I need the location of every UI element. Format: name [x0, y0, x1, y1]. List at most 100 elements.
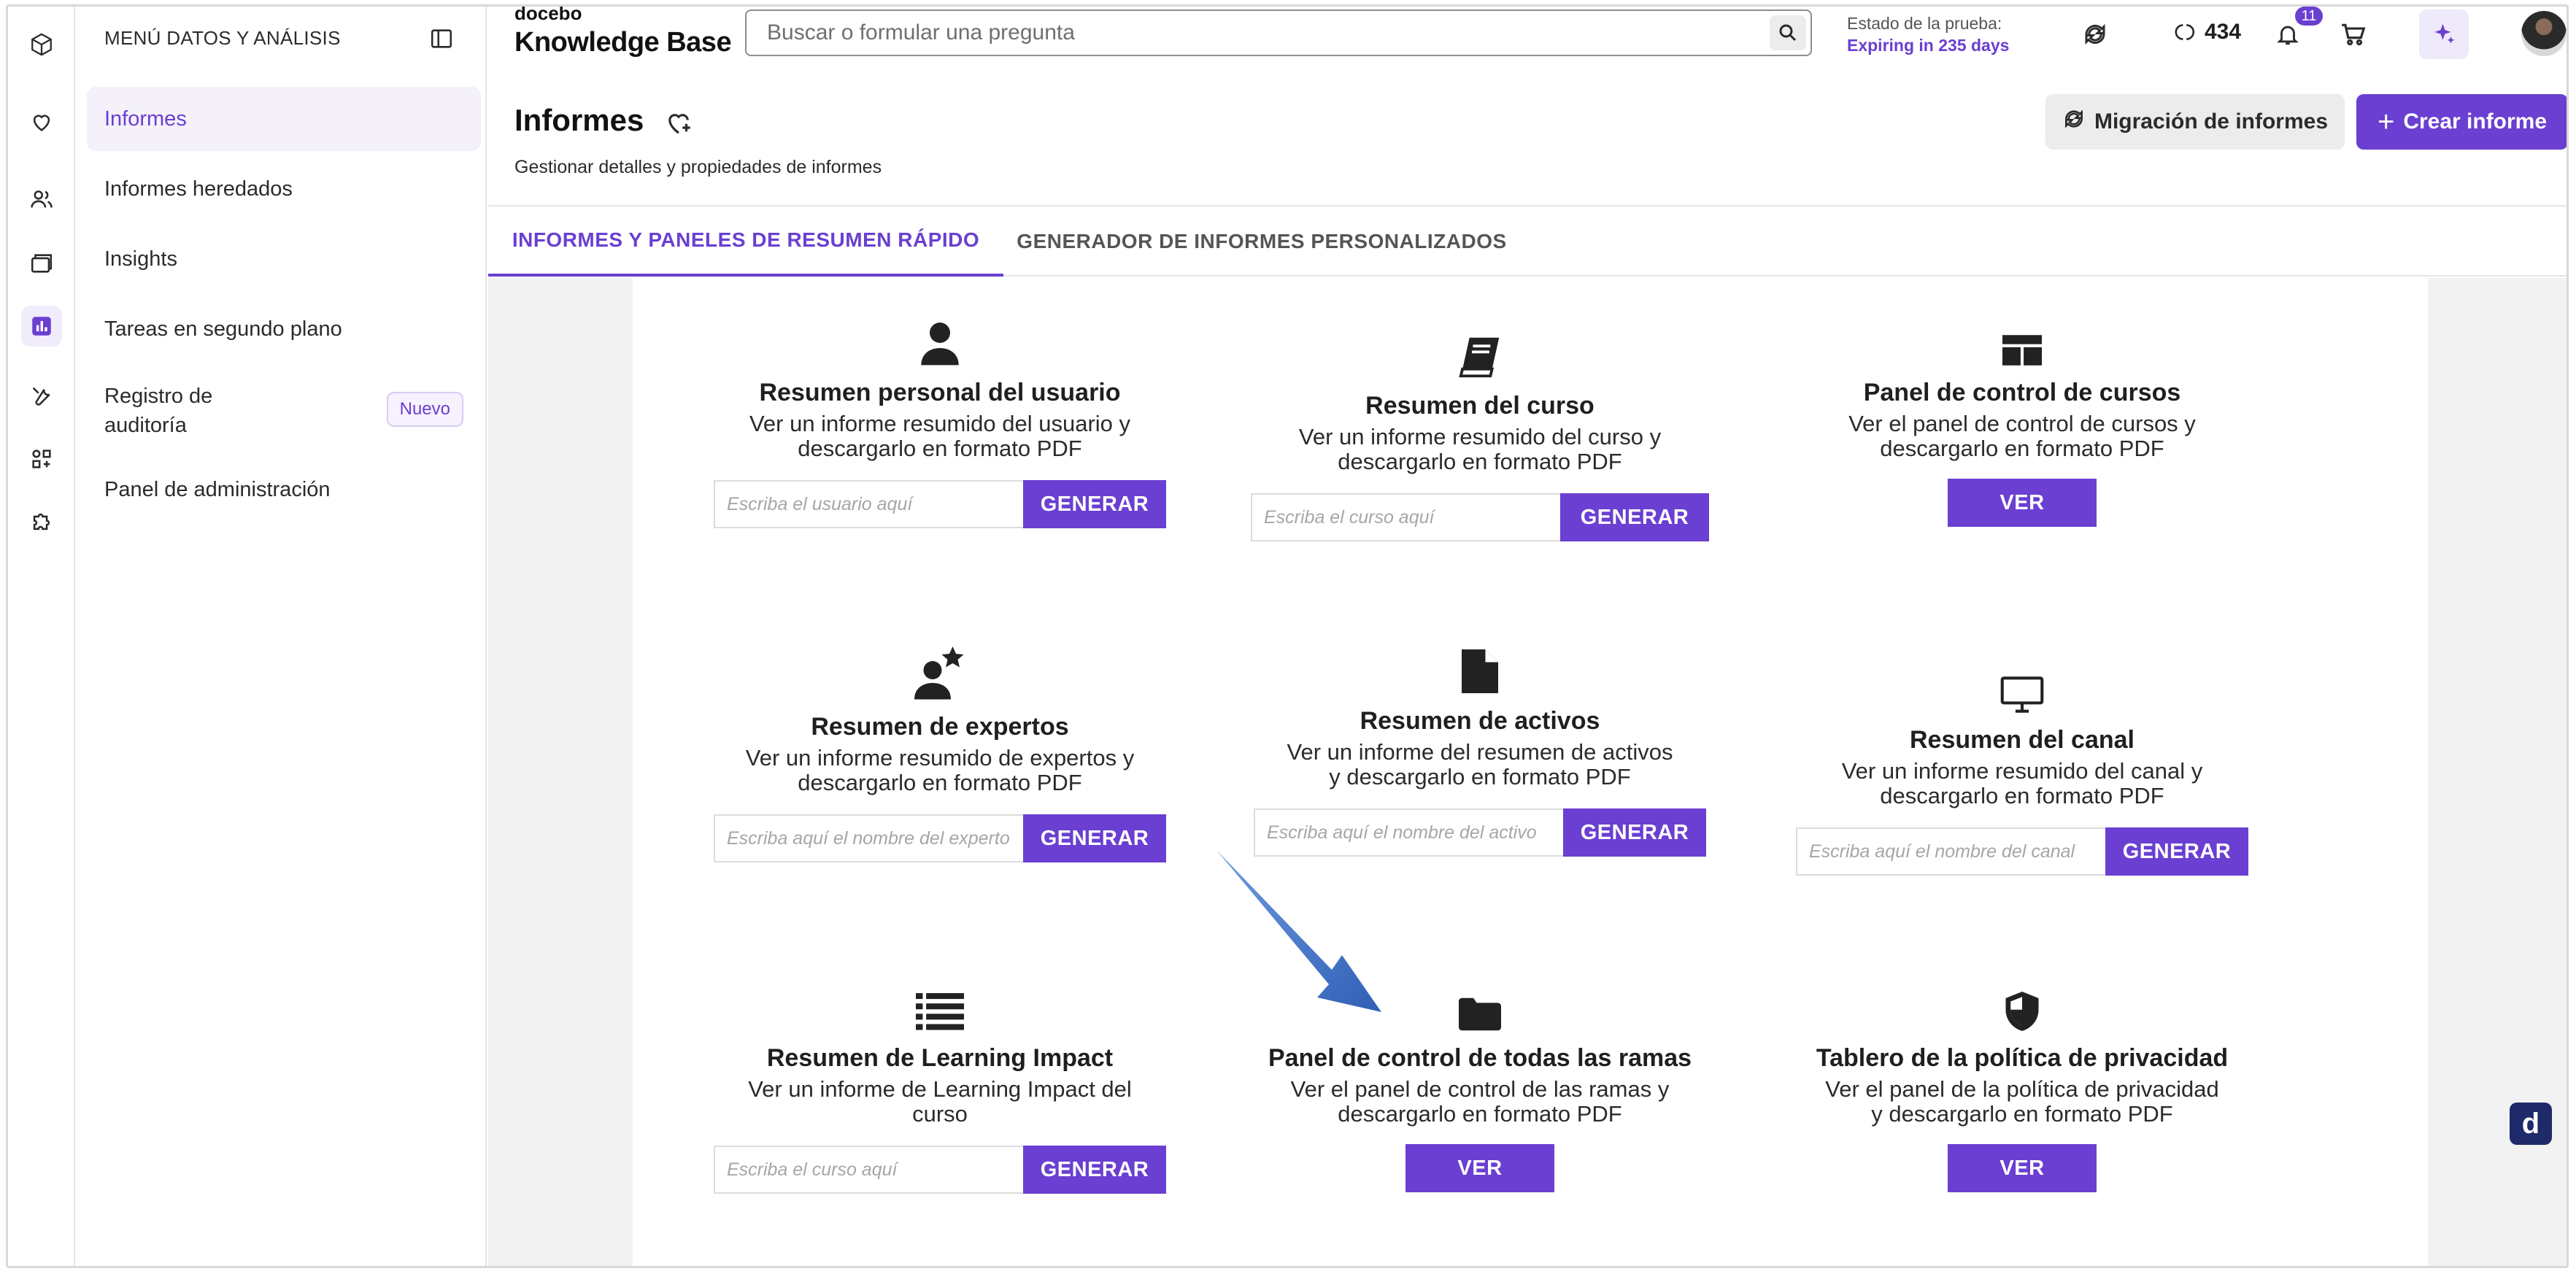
- card-assets-summary: Resumen de activos Ver un informe del re…: [1210, 643, 1750, 857]
- search-input[interactable]: Buscar o formular una pregunta: [745, 9, 1812, 56]
- list-icon: [670, 980, 1210, 1031]
- card-title: Resumen de expertos: [811, 713, 1069, 741]
- generate-button[interactable]: GENERAR: [1023, 1146, 1166, 1194]
- sidebar-item-label: Registro de: [104, 385, 213, 408]
- file-icon: [1210, 643, 1750, 694]
- view-button[interactable]: VER: [1948, 1144, 2097, 1192]
- plus-icon: +: [2377, 106, 2395, 138]
- sidebar-item-informes-heredados[interactable]: Informes heredados: [87, 157, 481, 221]
- card-description: Ver el panel de control de las ramas y d…: [1290, 1076, 1670, 1127]
- trial-status: Estado de la prueba: Expiring in 235 day…: [1847, 12, 2009, 56]
- user-avatar[interactable]: [2521, 11, 2567, 56]
- cube-icon[interactable]: [21, 24, 62, 65]
- tab-bar: INFORMES Y PANELES DE RESUMEN RÁPIDO GEN…: [488, 205, 2567, 277]
- card-description: Ver un informe resumido del usuario y de…: [749, 411, 1131, 461]
- card-title: Tablero de la política de privacidad: [1816, 1044, 2229, 1072]
- search-placeholder: Buscar o formular una pregunta: [767, 20, 1075, 45]
- card-description: Ver un informe del resumen de activos y …: [1287, 739, 1673, 790]
- shield-icon: [1752, 980, 2292, 1031]
- page-title: Informes: [514, 103, 644, 137]
- sidebar-collapse-icon[interactable]: [427, 24, 456, 53]
- ai-assistant-icon[interactable]: [2419, 9, 2469, 59]
- card-course-dashboard: Panel de control de cursos Ver el panel …: [1752, 314, 2292, 527]
- create-label: Crear informe: [2403, 109, 2548, 134]
- view-button[interactable]: VER: [1405, 1144, 1554, 1192]
- report-cards-panel: Resumen personal del usuario Ver un info…: [633, 278, 2428, 1266]
- tools-icon[interactable]: [21, 376, 62, 417]
- sidebar-item-label: Panel de administración: [104, 477, 331, 501]
- heart-icon[interactable]: [21, 101, 62, 142]
- card-description: Ver el panel de la política de privacida…: [1825, 1076, 2219, 1127]
- credits-counter[interactable]: 434: [2172, 20, 2241, 45]
- card-description: Ver un informe resumido de expertos y de…: [745, 745, 1135, 795]
- card-title: Resumen personal del usuario: [759, 379, 1121, 406]
- generate-button[interactable]: GENERAR: [1560, 493, 1709, 541]
- folders-icon[interactable]: [21, 243, 62, 284]
- card-title: Resumen de Learning Impact: [766, 1044, 1114, 1072]
- more-options-icon[interactable]: ⋮: [2562, 1105, 2567, 1133]
- create-report-button[interactable]: + Crear informe: [2356, 94, 2567, 150]
- monitor-icon: [1752, 662, 2292, 713]
- expert-search-field[interactable]: Escriba aquí el nombre del experto: [714, 814, 1023, 862]
- floating-widget-button[interactable]: d: [2510, 1103, 2552, 1145]
- card-title: Resumen de activos: [1360, 707, 1600, 735]
- cart-icon[interactable]: [2336, 17, 2371, 52]
- card-description: Ver un informe resumido del curso y desc…: [1298, 424, 1662, 474]
- card-experts-summary: Resumen de expertos Ver un informe resum…: [670, 646, 1210, 862]
- users-icon[interactable]: [21, 179, 62, 220]
- trial-label: Estado de la prueba:: [1847, 14, 2002, 33]
- book-icon: [1210, 328, 1750, 379]
- card-description: Ver un informe resumido del canal y desc…: [1841, 758, 2203, 808]
- user-icon: [670, 314, 1210, 366]
- search-icon[interactable]: [1770, 15, 1806, 50]
- card-description: Ver un informe de Learning Impact del cu…: [748, 1076, 1132, 1127]
- page-subtitle: Gestionar detalles y propiedades de info…: [514, 157, 882, 177]
- sidebar-item-label: Informes: [104, 107, 187, 131]
- card-course-summary: Resumen del curso Ver un informe resumid…: [1210, 328, 1750, 541]
- generate-button[interactable]: GENERAR: [1563, 808, 1706, 857]
- puzzle-icon[interactable]: [21, 501, 62, 542]
- brand-logo: docebo: [514, 4, 582, 24]
- sidebar-item-registro[interactable]: Registro de auditoría Nuevo: [87, 376, 481, 446]
- sidebar-item-panel-admin[interactable]: Panel de administración: [87, 458, 481, 522]
- dashboard-icon: [1752, 314, 2292, 366]
- apps-icon[interactable]: [21, 439, 62, 479]
- sidebar-header: MENÚ DATOS Y ANÁLISIS: [104, 27, 341, 49]
- generate-button[interactable]: GENERAR: [1023, 814, 1166, 862]
- migrate-reports-button[interactable]: Migración de informes: [2045, 94, 2345, 150]
- channel-search-field[interactable]: Escriba aquí el nombre del canal: [1796, 827, 2105, 876]
- course-search-field[interactable]: Escriba el curso aquí: [1251, 493, 1560, 541]
- sidebar-item-label: Informes heredados: [104, 177, 293, 201]
- sidebar-item-label: Insights: [104, 247, 177, 271]
- expert-icon: [670, 646, 1210, 700]
- user-search-field[interactable]: Escriba el usuario aquí: [714, 480, 1023, 528]
- new-badge: Nuevo: [386, 392, 463, 427]
- card-title: Resumen del curso: [1365, 392, 1594, 420]
- card-privacy-dashboard: Tablero de la política de privacidad Ver…: [1752, 980, 2292, 1192]
- sidebar-item-tareas[interactable]: Tareas en segundo plano: [87, 297, 481, 361]
- migrate-label: Migración de informes: [2094, 109, 2329, 134]
- generate-button[interactable]: GENERAR: [1023, 480, 1166, 528]
- generate-button[interactable]: GENERAR: [2105, 827, 2248, 876]
- brand-name: Knowledge Base: [514, 27, 732, 58]
- card-user-summary: Resumen personal del usuario Ver un info…: [670, 314, 1210, 528]
- credits-value: 434: [2205, 20, 2242, 44]
- sidebar-item-label: Tareas en segundo plano: [104, 317, 342, 341]
- view-button[interactable]: VER: [1948, 479, 2097, 527]
- sidebar-item-informes[interactable]: Informes: [87, 87, 481, 151]
- trial-value: Expiring in 235 days: [1847, 36, 2010, 55]
- tab-custom-report-builder[interactable]: GENERADOR DE INFORMES PERSONALIZADOS: [1003, 206, 1520, 277]
- sync-icon[interactable]: [2078, 17, 2113, 52]
- notifications-badge: 11: [2295, 7, 2323, 26]
- course-search-field[interactable]: Escriba el curso aquí: [714, 1146, 1023, 1194]
- analytics-icon[interactable]: [21, 306, 62, 347]
- sidebar-item-insights[interactable]: Insights: [87, 227, 481, 291]
- card-title: Panel de control de cursos: [1863, 379, 2181, 406]
- icon-rail: [8, 7, 75, 1266]
- sidebar: MENÚ DATOS Y ANÁLISIS Informes Informes …: [77, 7, 487, 1266]
- favorite-add-icon[interactable]: [663, 107, 694, 142]
- card-title: Panel de control de todas las ramas: [1268, 1044, 1692, 1072]
- card-description: Ver el panel de control de cursos y desc…: [1848, 411, 2196, 461]
- tab-quick-reports[interactable]: INFORMES Y PANELES DE RESUMEN RÁPIDO: [488, 206, 1003, 277]
- annotation-arrow: [1214, 846, 1389, 1024]
